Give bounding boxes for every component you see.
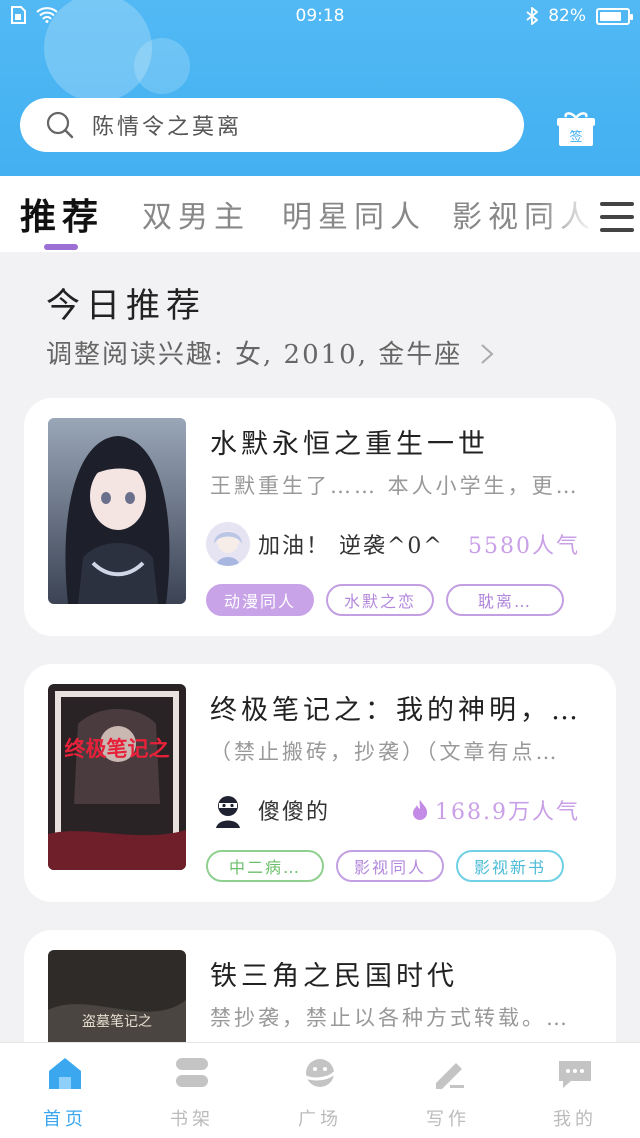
bottom-nav: 首页 书架 广场 写作 我的 [0, 1042, 640, 1138]
nav-write[interactable]: 写作 [403, 1055, 493, 1131]
chat-bubble-icon [559, 1061, 591, 1088]
nav-mine[interactable]: 我的 [530, 1055, 620, 1131]
nav-label: 我的 [553, 1109, 597, 1130]
header: 09:18 82% 陈情令之莫离 签 [0, 0, 640, 176]
popularity-count: 5580人气 [468, 534, 580, 559]
book-title: 终极笔记之：我的神明，… [210, 695, 582, 726]
gift-icon: 签 [557, 112, 595, 146]
author-avatar [206, 788, 250, 832]
book-description: 禁抄袭，禁止以各种方式转载。… [210, 1006, 570, 1030]
author-row: 傻傻的 168.9万人气 [206, 788, 596, 832]
cover-title-text: 终极笔记之 [65, 737, 170, 761]
home-icon [49, 1058, 81, 1089]
nav-label: 广场 [298, 1109, 342, 1130]
chevron-right-icon [480, 344, 494, 364]
tag-list: 中二病… 影视同人 影视新书 [206, 850, 565, 882]
author-avatar [206, 522, 250, 566]
bookshelf-icon [176, 1058, 208, 1087]
tag[interactable]: 水默之恋 [326, 584, 435, 616]
book-title: 铁三角之民国时代 [210, 961, 458, 992]
author-row: 加油！ 逆袭^0^ 5580人气 [206, 522, 596, 566]
category-menu-icon[interactable] [600, 202, 634, 232]
book-description: （禁止搬砖，抄袭）（文章有点… [210, 740, 560, 764]
tag[interactable]: 影视同人 [336, 850, 445, 882]
bluetooth-icon [526, 7, 539, 25]
planet-icon [301, 1059, 340, 1087]
book-card[interactable]: 终极笔记之 终极笔记之：我的神明，… （禁止搬砖，抄袭）（文章有点… 傻傻的 1… [24, 664, 616, 902]
tab-recommend[interactable]: 推荐 [20, 188, 104, 240]
popularity-count: 168.9万人气 [411, 794, 580, 826]
tag[interactable]: 耽离… [446, 584, 565, 616]
nav-label: 首页 [43, 1109, 87, 1130]
search-icon [46, 111, 74, 139]
battery-icon [596, 7, 633, 25]
book-title: 水默永恒之重生一世 [210, 429, 489, 460]
nav-home[interactable]: 首页 [20, 1055, 110, 1131]
author-name: 加油！ 逆袭^0^ [258, 534, 444, 559]
tag[interactable]: 动漫同人 [206, 584, 315, 616]
pen-icon [436, 1063, 464, 1089]
checkin-gift-button[interactable]: 签 [556, 110, 596, 148]
search-placeholder: 陈情令之莫离 [92, 115, 243, 140]
tab-celebrity[interactable]: 明星同人 [282, 192, 426, 236]
decorative-bubble [134, 38, 190, 94]
cover-title-text: 盗墓笔记之 [82, 1014, 152, 1030]
tag-list: 动漫同人 水默之恋 耽离… [206, 584, 565, 616]
book-cover [48, 418, 186, 604]
tab-double-male[interactable]: 双男主 [142, 192, 250, 236]
nav-square[interactable]: 广场 [275, 1055, 365, 1131]
nav-bookshelf[interactable]: 书架 [147, 1055, 237, 1131]
active-tab-indicator [44, 244, 78, 250]
status-bar: 09:18 82% [0, 0, 640, 32]
section-title: 今日推荐 [46, 286, 206, 326]
book-card[interactable]: 水默永恒之重生一世 王默重生了…… 本人小学生，更… 加油！ 逆袭^0^ 558… [24, 398, 616, 636]
search-bar[interactable]: 陈情令之莫离 [20, 98, 524, 152]
reading-interest-text: 调整阅读兴趣: 女, 2010, 金牛座 [46, 340, 463, 370]
category-tabs: 推荐 双男主 明星同人 影视同人 [0, 176, 640, 252]
battery-fill [600, 11, 622, 21]
nav-label: 书架 [170, 1109, 214, 1130]
flame-icon [413, 800, 428, 820]
book-description: 王默重生了…… 本人小学生，更… [210, 474, 580, 498]
author-name: 傻傻的 [258, 800, 331, 825]
reading-interest-link[interactable]: 调整阅读兴趣: 女, 2010, 金牛座 [46, 334, 495, 371]
popularity-text: 168.9万人气 [435, 800, 580, 825]
tag[interactable]: 影视新书 [456, 850, 565, 882]
tag[interactable]: 中二病… [206, 850, 324, 882]
book-cover: 终极笔记之 [48, 684, 186, 870]
battery-percent: 82% [548, 6, 586, 26]
nav-label: 写作 [426, 1109, 470, 1130]
gift-badge-text: 签 [569, 129, 582, 145]
